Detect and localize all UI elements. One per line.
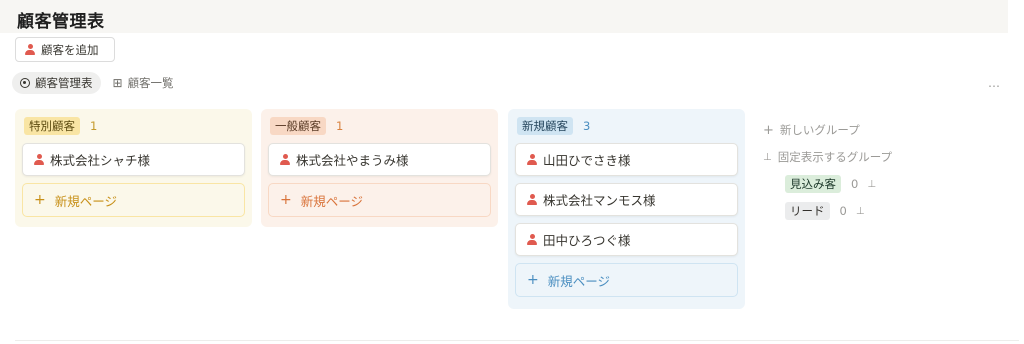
plus-icon: + xyxy=(527,272,539,288)
board-column-special: 特別顧客 1 株式会社シャチ様 + 新規ページ xyxy=(15,109,252,227)
card-title: 株式会社マンモス様 xyxy=(543,193,656,208)
group-tag[interactable]: 一般顧客 xyxy=(270,117,326,135)
new-page-label: 新規ページ xyxy=(300,193,363,209)
plus-icon: + xyxy=(280,192,292,208)
customer-card[interactable]: 田中ひろつぐ様 xyxy=(515,223,738,256)
person-icon xyxy=(280,154,290,165)
group-count: 0 xyxy=(839,204,847,218)
column-header: 一般顧客 1 xyxy=(268,117,491,135)
plus-icon: + xyxy=(763,122,774,138)
pin-icon[interactable]: ⊥ xyxy=(867,179,876,190)
group-tag: リード xyxy=(785,202,830,220)
add-customer-label: 顧客を追加 xyxy=(41,42,99,57)
card-title: 株式会社やまうみ様 xyxy=(296,153,409,168)
group-tag: 見込み客 xyxy=(785,175,841,193)
title-bar: 顧客管理表 xyxy=(0,0,1008,33)
pin-icon: ⊥ xyxy=(763,151,772,163)
new-page-button[interactable]: + 新規ページ xyxy=(268,183,491,217)
new-group-label: 新しいグループ xyxy=(779,123,860,137)
column-header: 新規顧客 3 xyxy=(515,117,738,135)
new-page-label: 新規ページ xyxy=(54,193,117,209)
divider xyxy=(15,340,1019,341)
tab-board-label: 顧客管理表 xyxy=(35,76,93,90)
group-tag[interactable]: 特別顧客 xyxy=(24,117,80,135)
pinned-group-prospect[interactable]: 見込み客 0 ⊥ xyxy=(785,174,892,194)
page-title: 顧客管理表 xyxy=(17,12,105,32)
pinned-group-lead[interactable]: リード 0 ⊥ xyxy=(785,201,892,221)
board-column-new: 新規顧客 3 山田ひでさき様 株式会社マンモス様 田中ひろつぐ様 + 新規ページ xyxy=(508,109,745,309)
pinned-groups-heading: ⊥ 固定表示するグループ xyxy=(763,147,892,167)
table-icon: ⊞ xyxy=(112,76,123,90)
group-count: 1 xyxy=(90,119,98,133)
view-tabs: 顧客管理表 ⊞ 顧客一覧 xyxy=(12,71,182,95)
group-count: 0 xyxy=(851,177,859,191)
new-page-label: 新規ページ xyxy=(547,273,610,289)
person-icon xyxy=(25,44,35,55)
add-customer-button[interactable]: 顧客を追加 xyxy=(15,37,115,62)
customer-card[interactable]: 株式会社マンモス様 xyxy=(515,183,738,216)
hidden-groups-panel: + 新しいグループ ⊥ 固定表示するグループ 見込み客 0 ⊥ リード 0 ⊥ xyxy=(763,120,892,228)
customer-card[interactable]: 株式会社シャチ様 xyxy=(22,143,245,176)
card-title: 山田ひでさき様 xyxy=(543,153,631,168)
board-column-general: 一般顧客 1 株式会社やまうみ様 + 新規ページ xyxy=(261,109,498,227)
card-title: 株式会社シャチ様 xyxy=(50,153,151,168)
group-count: 1 xyxy=(336,119,344,133)
person-icon xyxy=(34,154,44,165)
pinned-groups-label: 固定表示するグループ xyxy=(777,150,893,164)
person-icon xyxy=(527,154,537,165)
group-count: 3 xyxy=(583,119,591,133)
customer-card[interactable]: 株式会社やまうみ様 xyxy=(268,143,491,176)
tab-list[interactable]: ⊞ 顧客一覧 xyxy=(105,72,182,94)
tab-board[interactable]: 顧客管理表 xyxy=(12,72,101,94)
person-icon xyxy=(527,194,537,205)
person-circle-icon xyxy=(20,78,30,88)
new-page-button[interactable]: + 新規ページ xyxy=(515,263,738,297)
new-group-button[interactable]: + 新しいグループ xyxy=(763,120,892,140)
plus-icon: + xyxy=(34,192,46,208)
customer-card[interactable]: 山田ひでさき様 xyxy=(515,143,738,176)
new-page-button[interactable]: + 新規ページ xyxy=(22,183,245,217)
more-options-icon[interactable]: … xyxy=(988,76,1001,90)
group-tag[interactable]: 新規顧客 xyxy=(517,117,573,135)
pin-icon[interactable]: ⊥ xyxy=(856,206,865,217)
tab-list-label: 顧客一覧 xyxy=(127,76,174,90)
card-title: 田中ひろつぐ様 xyxy=(543,233,631,248)
person-icon xyxy=(527,234,537,245)
column-header: 特別顧客 1 xyxy=(22,117,245,135)
